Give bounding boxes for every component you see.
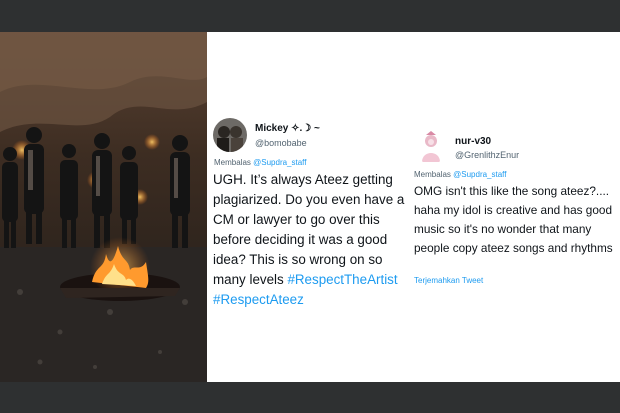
group-photo xyxy=(0,32,207,382)
display-name[interactable]: Mickey ✧.☽ ~ xyxy=(255,123,320,134)
reply-context: Membalas @Supdra_staff xyxy=(214,158,306,167)
avatar[interactable] xyxy=(213,118,247,152)
tweet-text: OMG isn't this like the song ateez?.... … xyxy=(414,184,613,255)
hashtag-link[interactable]: #RespectAteez xyxy=(213,292,304,307)
hashtag-link[interactable]: #RespectTheArtist xyxy=(287,272,397,287)
reply-context: Membalas @Supdra_staff xyxy=(414,170,506,179)
tweet-body-text: UGH. It’s always Ateez getting plagiariz… xyxy=(213,172,405,287)
translate-tweet-link[interactable]: Terjemahkan Tweet xyxy=(414,276,483,285)
display-name[interactable]: nur-v30 xyxy=(455,136,491,147)
tweet-text: UGH. It’s always Ateez getting plagiariz… xyxy=(213,170,413,310)
avatar[interactable] xyxy=(414,130,448,164)
user-handle[interactable]: @bomobabe xyxy=(255,138,307,148)
user-handle[interactable]: @GrenlithzEnur xyxy=(455,150,519,160)
reply-mention-link[interactable]: @Supdra_staff xyxy=(253,158,306,167)
reply-prefix: Membalas xyxy=(214,158,251,167)
reply-prefix: Membalas xyxy=(414,170,451,179)
reply-mention-link[interactable]: @Supdra_staff xyxy=(453,170,506,179)
